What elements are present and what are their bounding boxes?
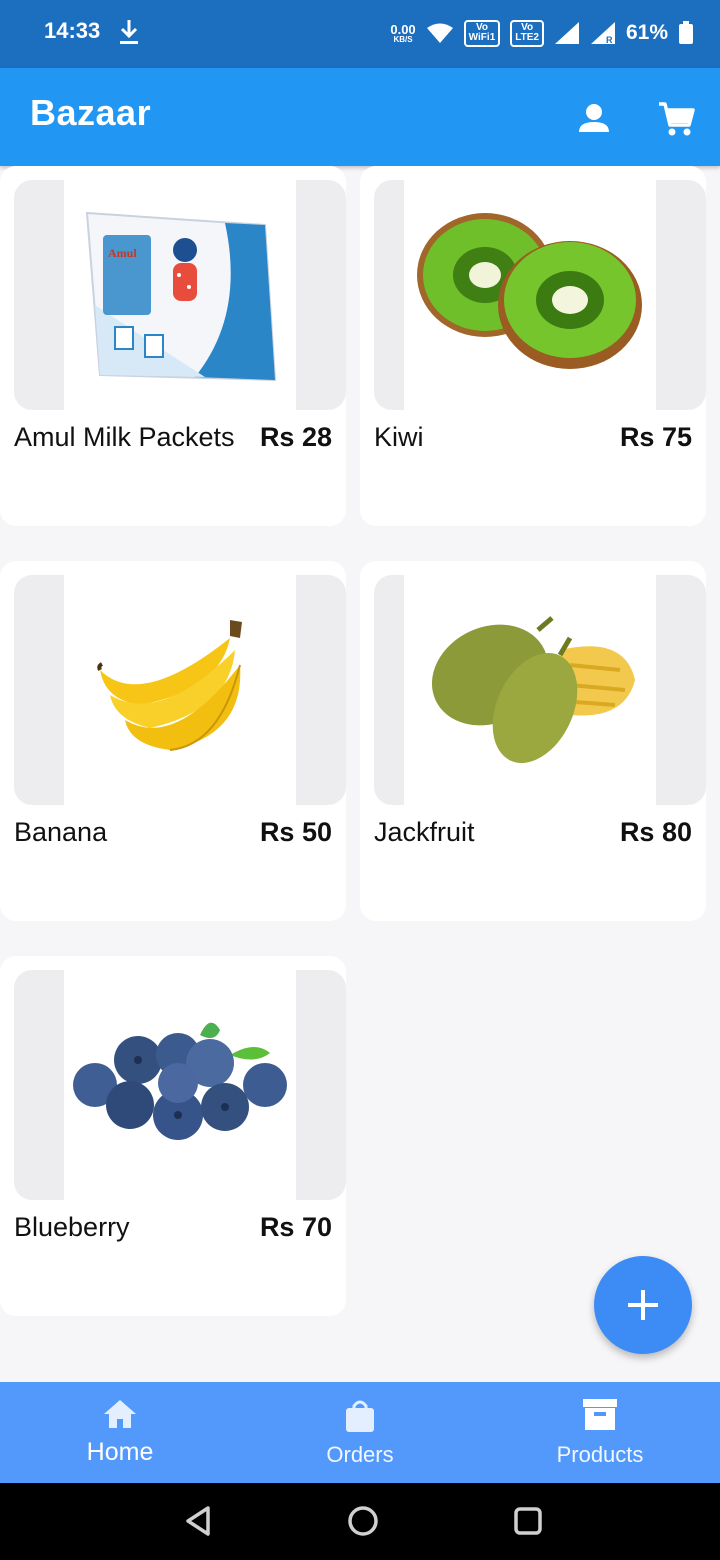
kiwi-image — [417, 213, 642, 369]
nav-label: Products — [556, 1442, 644, 1467]
product-card[interactable]: Blueberry Rs 70 — [0, 956, 346, 1316]
product-image-frame — [374, 180, 706, 410]
home-circle-icon[interactable] — [345, 1503, 381, 1539]
product-name: Amul Milk Packets — [14, 422, 235, 452]
vowifi-badge: Vo WiFi1 — [463, 19, 501, 47]
back-icon[interactable] — [180, 1503, 216, 1539]
wifi-icon — [426, 23, 453, 43]
nav-label: Orders — [326, 1442, 394, 1467]
archive-box-icon — [583, 1399, 617, 1430]
app-bar: Bazaar — [0, 68, 720, 166]
svg-text:Amul: Amul — [108, 246, 137, 260]
plus-icon — [628, 1290, 658, 1320]
banana-image — [97, 620, 242, 751]
product-image-frame — [374, 575, 706, 805]
home-icon — [104, 1400, 136, 1428]
recents-icon[interactable] — [510, 1503, 546, 1539]
network-speed: 0.00 KB/S — [390, 21, 416, 44]
bottom-navigation: Home Orders Products — [0, 1382, 720, 1483]
product-name: Banana — [14, 817, 108, 847]
product-image-frame — [14, 575, 346, 805]
milk-packet-image: Amul — [85, 211, 277, 382]
product-card[interactable]: Amul Amul Milk Packets Rs 28 — [0, 166, 346, 526]
volte-badge: Vo LTE2 — [510, 19, 544, 47]
product-price: Rs 70 — [259, 1212, 332, 1242]
product-price: Rs 75 — [619, 422, 692, 452]
product-name: Kiwi — [374, 422, 424, 452]
app-title: Bazaar — [30, 92, 152, 133]
nav-products[interactable]: Products — [480, 1382, 720, 1483]
product-image-frame: Amul — [14, 180, 346, 410]
signal-roaming-icon: R — [590, 22, 615, 45]
jackfruit-image — [431, 616, 635, 763]
shopping-bag-icon — [346, 1400, 374, 1432]
product-card[interactable]: Kiwi Rs 75 — [360, 166, 706, 526]
system-navigation-bar — [0, 1483, 720, 1560]
add-product-button[interactable] — [594, 1256, 692, 1354]
status-icons: 0.00 KB/S Vo WiFi1 Vo LTE2 R 61% — [390, 16, 694, 50]
product-price: Rs 50 — [259, 817, 332, 847]
product-price: Rs 80 — [619, 817, 692, 847]
product-name: Jackfruit — [374, 817, 475, 847]
product-price: Rs 28 — [259, 422, 332, 452]
product-name: Blueberry — [14, 1212, 130, 1242]
person-icon[interactable] — [574, 98, 614, 138]
nav-label: Home — [86, 1438, 154, 1466]
signal-icon — [554, 22, 579, 44]
svg-text:R: R — [606, 35, 613, 45]
download-icon — [120, 20, 138, 44]
nav-home[interactable]: Home — [0, 1382, 240, 1483]
product-image-frame — [14, 970, 346, 1200]
status-time: 14:33 — [44, 18, 101, 43]
battery-icon — [679, 21, 693, 44]
product-card[interactable]: Jackfruit Rs 80 — [360, 561, 706, 921]
shopping-cart-icon[interactable] — [656, 98, 696, 138]
nav-orders[interactable]: Orders — [240, 1382, 480, 1483]
status-bar: 14:33 0.00 KB/S Vo WiFi1 Vo LTE2 R 61% — [0, 0, 720, 68]
battery-percent: 61% — [625, 21, 668, 44]
blueberry-image — [73, 1022, 287, 1140]
product-card[interactable]: Banana Rs 50 — [0, 561, 346, 921]
